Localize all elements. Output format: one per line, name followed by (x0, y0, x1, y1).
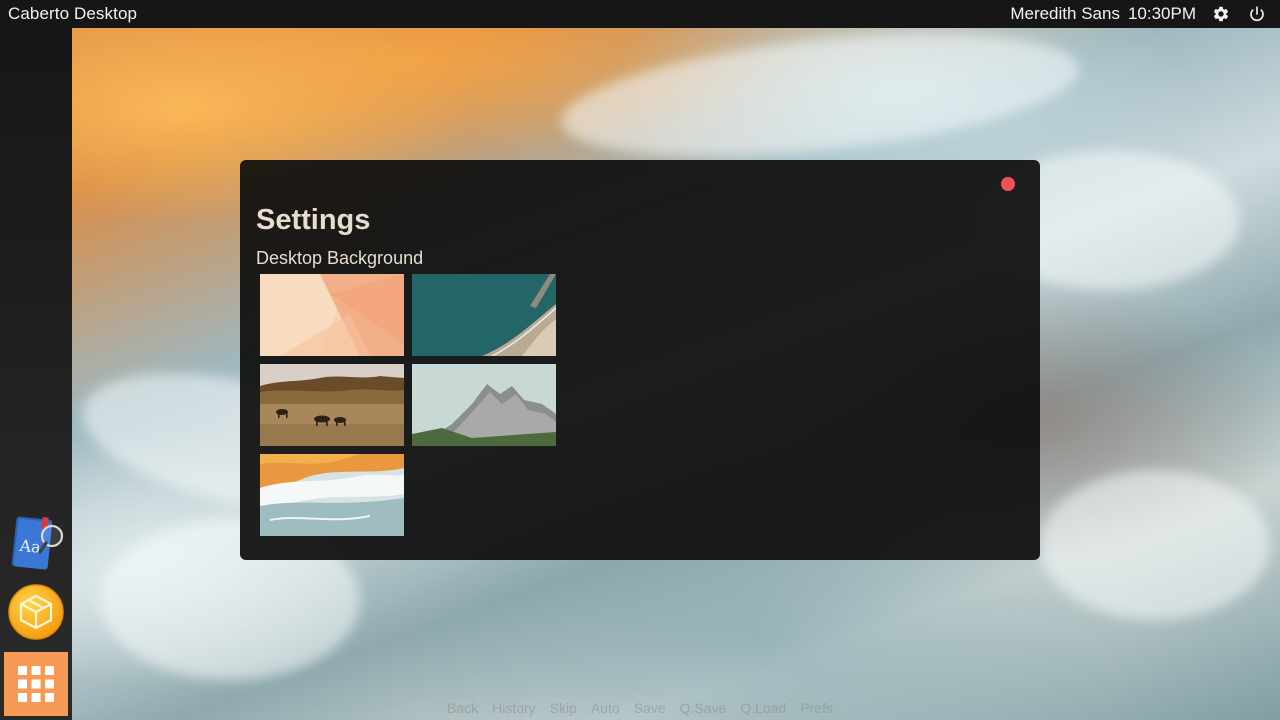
close-button[interactable] (1001, 177, 1015, 191)
prefs-button[interactable]: Prefs (800, 700, 833, 720)
background-thumbnail-orange-abstract[interactable] (260, 274, 404, 356)
background-thumbnail-horses-field[interactable] (260, 364, 404, 446)
dictionary-icon[interactable]: Aa (4, 510, 68, 574)
quick-load-button[interactable]: Q.Load (740, 700, 786, 720)
dictionary-icon-text: Aa (18, 536, 42, 557)
auto-button[interactable]: Auto (591, 700, 620, 720)
background-thumbnail-coastal-aerial[interactable] (412, 274, 556, 356)
top-panel: Caberto Desktop Meredith Sans 10:30PM (0, 0, 1280, 28)
user-name[interactable]: Meredith Sans (1010, 4, 1120, 24)
gear-icon[interactable] (1210, 3, 1232, 25)
quick-save-button[interactable]: Q.Save (680, 700, 727, 720)
package-icon[interactable] (4, 580, 68, 644)
desktop-title: Caberto Desktop (8, 4, 138, 23)
window-title: Settings (256, 204, 371, 236)
dock: Aa (0, 28, 72, 720)
save-button[interactable]: Save (634, 700, 666, 720)
bottom-menu-bar: Back History Skip Auto Save Q.Save Q.Loa… (0, 700, 1280, 720)
section-title: Desktop Background (256, 248, 424, 268)
back-button[interactable]: Back (447, 700, 478, 720)
background-thumbnail-mountain-cliffs[interactable] (412, 364, 556, 446)
history-button[interactable]: History (492, 700, 536, 720)
settings-window: Settings Desktop Background (240, 160, 1040, 560)
power-icon[interactable] (1246, 3, 1268, 25)
app-grid-icon[interactable] (4, 652, 68, 716)
skip-button[interactable]: Skip (550, 700, 577, 720)
top-panel-status: Meredith Sans 10:30PM (1010, 3, 1268, 25)
clock[interactable]: 10:30PM (1128, 4, 1196, 24)
background-thumbnail-ocean-waves[interactable] (260, 454, 404, 536)
